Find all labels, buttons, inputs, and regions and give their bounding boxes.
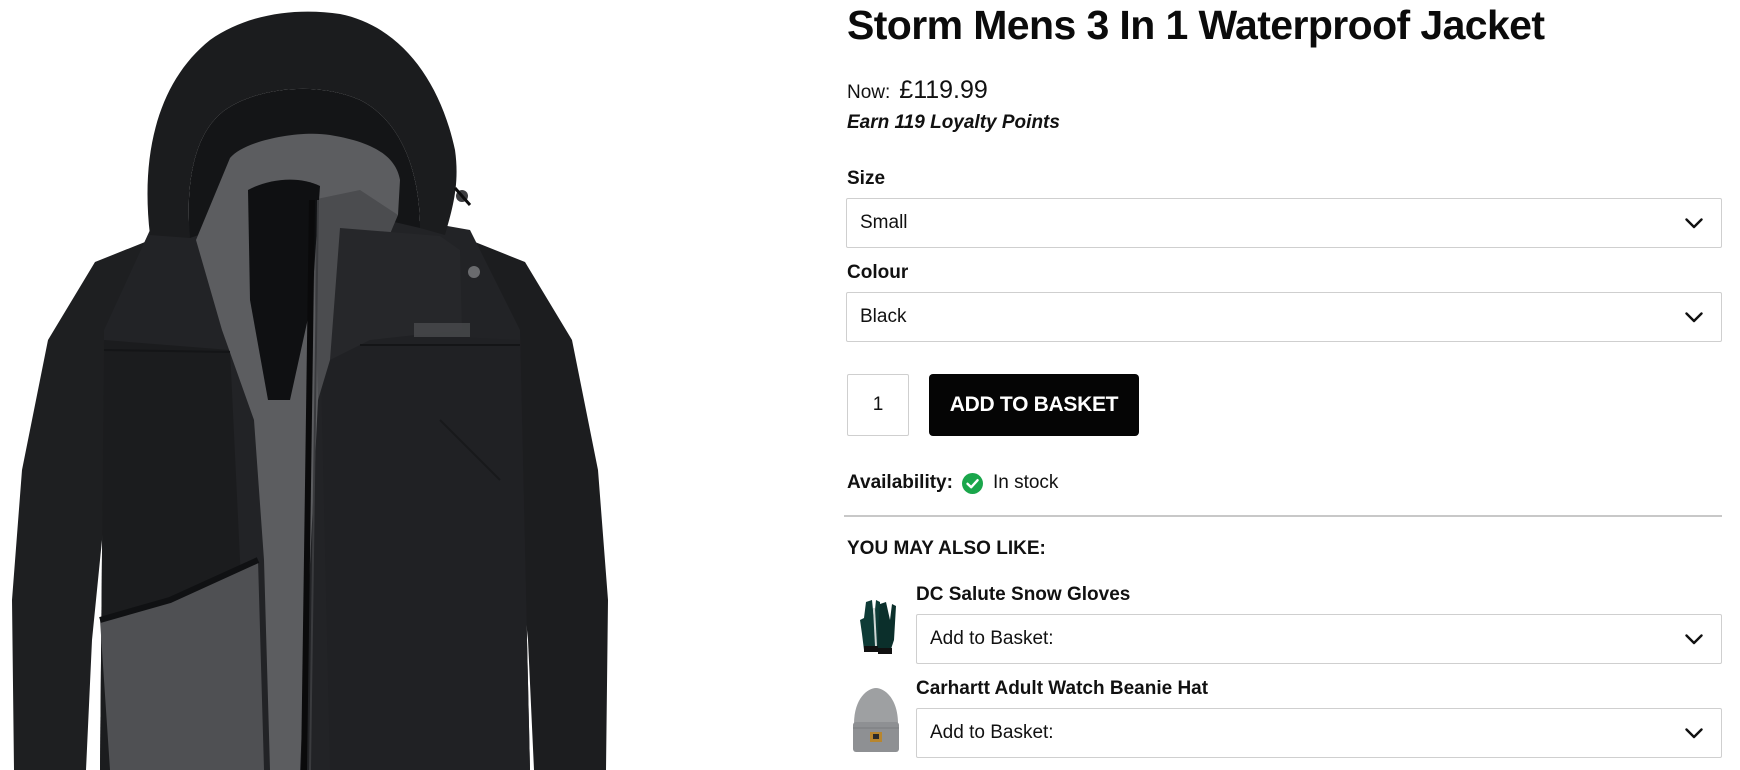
- add-to-basket-select[interactable]: Add to Basket:: [916, 708, 1722, 758]
- gloves-thumbnail-icon[interactable]: [850, 590, 902, 660]
- product-details: Storm Mens 3 In 1 Waterproof Jacket Now:…: [844, 0, 1722, 770]
- recommendation-item: DC Salute Snow Gloves Add to Basket:: [846, 582, 1722, 664]
- size-label: Size: [847, 168, 886, 189]
- beanie-thumbnail-icon[interactable]: [850, 684, 902, 754]
- colour-label: Colour: [847, 262, 909, 283]
- price-value: £119.99: [899, 76, 988, 104]
- jacket-photo-icon: [12, 11, 608, 770]
- availability-status: In stock: [992, 472, 1059, 493]
- colour-select[interactable]: Black: [846, 292, 1722, 342]
- recommendation-item: Carhartt Adult Watch Beanie Hat Add to B…: [846, 676, 1722, 758]
- add-to-basket-select-value: Add to Basket:: [930, 722, 1054, 743]
- chevron-down-icon: [1683, 726, 1705, 740]
- chevron-down-icon: [1683, 632, 1705, 646]
- loyalty-points: Earn 119 Loyalty Points: [847, 112, 1060, 133]
- recommendation-name[interactable]: Carhartt Adult Watch Beanie Hat: [916, 678, 1208, 700]
- add-to-basket-select[interactable]: Add to Basket:: [916, 614, 1722, 664]
- size-select[interactable]: Small: [846, 198, 1722, 248]
- check-circle-icon: [961, 472, 983, 494]
- product-image[interactable]: [0, 0, 820, 770]
- size-select-value: Small: [860, 212, 908, 233]
- add-to-basket-select-value: Add to Basket:: [930, 628, 1054, 649]
- quantity-input[interactable]: 1: [847, 374, 909, 436]
- chevron-down-icon: [1683, 216, 1705, 230]
- add-to-basket-button[interactable]: ADD TO BASKET: [929, 374, 1139, 436]
- colour-select-value: Black: [860, 306, 907, 327]
- price-prefix: Now:: [847, 82, 891, 103]
- availability: Availability: In stock: [847, 472, 1058, 494]
- chevron-down-icon: [1683, 310, 1705, 324]
- product-title: Storm Mens 3 In 1 Waterproof Jacket: [847, 2, 1545, 48]
- recommendation-name[interactable]: DC Salute Snow Gloves: [916, 584, 1130, 606]
- price-row: Now: £119.99: [847, 76, 988, 105]
- availability-label: Availability:: [847, 472, 953, 493]
- divider: [844, 515, 1722, 517]
- recommendations-heading: YOU MAY ALSO LIKE:: [847, 538, 1046, 559]
